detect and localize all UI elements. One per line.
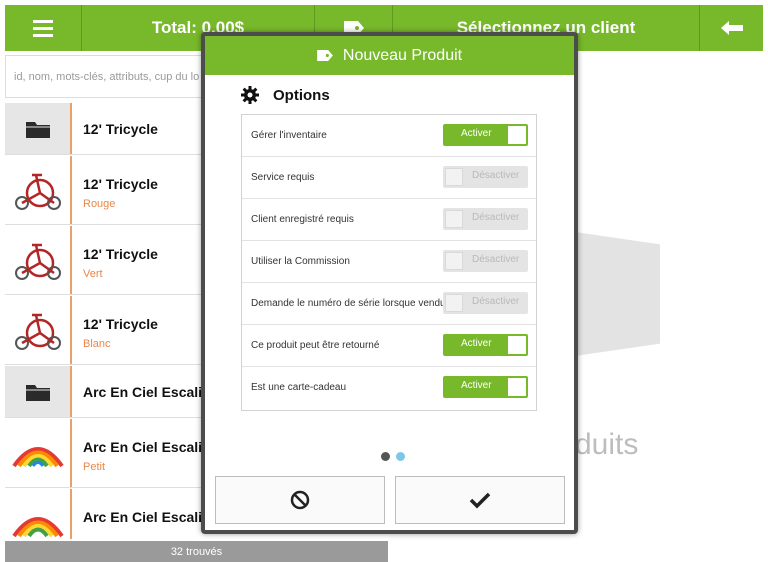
hamburger-icon [33, 19, 53, 37]
page-dot-active[interactable] [396, 452, 405, 461]
option-label: Service requis [251, 172, 315, 183]
option-row: Ce produit peut être retourné Activer [242, 325, 536, 367]
option-row: Est une carte-cadeau Activer [242, 367, 536, 409]
folder-thumb [5, 103, 72, 154]
rainbow-spring-icon [5, 419, 72, 487]
option-row: Gérer l'inventaire Activer [242, 115, 536, 157]
list-item-variant: Rouge [83, 198, 116, 210]
toggle-label: Activer [461, 338, 492, 349]
toggle-knob [508, 336, 526, 354]
option-label: Demande le numéro de série lorsque vendu [251, 298, 446, 309]
list-item-name: Arc En Ciel Escalier [83, 509, 216, 525]
options-list: Gérer l'inventaire Activer Service requi… [241, 114, 537, 411]
options-heading: Options [241, 86, 330, 104]
empty-state-text: duits [575, 428, 639, 461]
tricycle-icon [5, 296, 72, 364]
folder-thumb [5, 366, 72, 417]
cancel-button[interactable] [215, 476, 385, 524]
option-label: Gérer l'inventaire [251, 130, 327, 141]
folder-icon [25, 121, 50, 138]
back-button[interactable] [700, 5, 763, 51]
toggle-label: Activer [461, 128, 492, 139]
toggle-knob [445, 210, 463, 228]
page-dot[interactable] [381, 452, 390, 461]
toggle-knob [508, 378, 526, 396]
list-item-variant: Vert [83, 268, 103, 280]
toggle-switch[interactable]: Désactiver [443, 166, 528, 188]
toggle-switch[interactable]: Désactiver [443, 292, 528, 314]
option-label: Ce produit peut être retourné [251, 340, 380, 351]
toggle-switch[interactable]: Activer [443, 334, 528, 356]
rainbow-spring-icon [5, 489, 72, 539]
toggle-knob [508, 126, 526, 144]
toggle-knob [445, 168, 463, 186]
toggle-label: Désactiver [472, 170, 520, 181]
option-row: Service requis Désactiver [242, 157, 536, 199]
checkmark-icon [469, 492, 491, 509]
options-title: Options [273, 86, 330, 104]
toggle-label: Désactiver [472, 296, 520, 307]
list-item-variant: Petit [83, 461, 106, 473]
tricycle-icon [5, 226, 72, 294]
results-count: 32 trouvés [5, 541, 388, 562]
folder-icon [25, 384, 50, 401]
menu-button[interactable] [5, 5, 82, 51]
toggle-switch[interactable]: Activer [443, 376, 528, 398]
toggle-switch[interactable]: Activer [443, 124, 528, 146]
list-item-name: 12' Tricycle [83, 176, 158, 192]
dialog-title: Nouveau Produit [342, 46, 463, 64]
list-item-name: Arc En Ciel Escalier [83, 439, 216, 455]
option-row: Utiliser la Commission Désactiver [242, 241, 536, 283]
empty-state-illustration [575, 232, 660, 356]
toggle-label: Désactiver [472, 254, 520, 265]
page-indicator [381, 452, 405, 461]
list-item-variant: Blanc [83, 338, 111, 350]
toggle-knob [445, 252, 463, 270]
gear-icon [241, 86, 259, 104]
list-item-name: 12' Tricycle [83, 316, 158, 332]
toggle-label: Désactiver [472, 212, 520, 223]
tag-icon [317, 50, 333, 61]
list-item-name: 12' Tricycle [83, 121, 158, 137]
tricycle-icon [5, 156, 72, 224]
cancel-icon [290, 490, 310, 510]
dialog-header: Nouveau Produit [205, 36, 574, 75]
new-product-dialog: Nouveau Produit Options Gérer l'inventai… [201, 32, 578, 534]
option-label: Client enregistré requis [251, 214, 354, 225]
toggle-switch[interactable]: Désactiver [443, 250, 528, 272]
toggle-label: Activer [461, 380, 492, 391]
list-item-name: 12' Tricycle [83, 246, 158, 262]
toggle-knob [445, 294, 463, 312]
option-row: Client enregistré requis Désactiver [242, 199, 536, 241]
confirm-button[interactable] [395, 476, 565, 524]
toggle-switch[interactable]: Désactiver [443, 208, 528, 230]
option-label: Est une carte-cadeau [251, 382, 347, 393]
arrow-left-icon [720, 21, 743, 35]
option-label: Utiliser la Commission [251, 256, 350, 267]
option-row: Demande le numéro de série lorsque vendu… [242, 283, 536, 325]
